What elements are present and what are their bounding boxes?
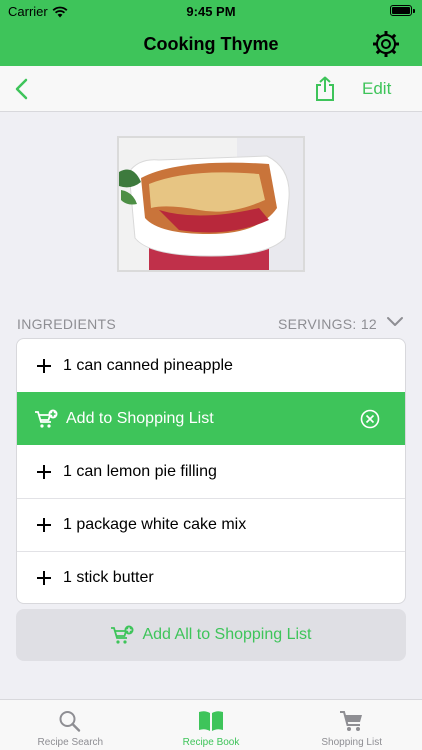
close-circle-icon[interactable]: [360, 409, 380, 429]
plus-icon: [37, 517, 51, 532]
plus-icon: [37, 358, 51, 373]
add-all-to-shopping-list-button[interactable]: Add All to Shopping List: [16, 609, 406, 661]
ingredient-label: 1 stick butter: [63, 568, 154, 586]
plus-icon: [37, 570, 51, 585]
add-to-cart-icon: [35, 409, 58, 428]
cart-icon: [339, 711, 362, 731]
book-icon: [199, 711, 223, 731]
tab-recipe-search[interactable]: Recipe Search: [0, 700, 141, 750]
ingredients-header: INGREDIENTS: [17, 316, 116, 332]
status-time: 9:45 PM: [186, 4, 236, 19]
recipe-photo: [117, 136, 305, 272]
tab-bar: Recipe Search Recipe Book Shopping List: [0, 699, 422, 750]
ingredient-row[interactable]: 1 package white cake mix: [17, 498, 405, 551]
servings-label[interactable]: SERVINGS: 12: [278, 316, 377, 332]
ingredient-label: 1 can lemon pie filling: [63, 462, 217, 480]
back-chevron-icon[interactable]: [12, 78, 32, 100]
recipe-photo-image: [119, 138, 303, 270]
tab-recipe-book[interactable]: Recipe Book: [141, 700, 282, 750]
app-title: Cooking Thyme: [143, 34, 279, 54]
tab-label: Recipe Book: [182, 737, 240, 748]
tab-label: Recipe Search: [37, 737, 104, 748]
tab-shopping-list[interactable]: Shopping List: [281, 700, 422, 750]
add-to-shopping-list-row[interactable]: Add to Shopping List: [17, 392, 405, 445]
recipe-toolbar: Edit: [0, 66, 422, 112]
share-icon[interactable]: [314, 76, 336, 102]
add-all-label: Add All to Shopping List: [142, 626, 312, 643]
battery-icon: [390, 5, 415, 16]
tab-label: Shopping List: [321, 737, 382, 748]
search-icon: [59, 711, 81, 732]
header-bar: Carrier 9:45 PM Cooking Thyme: [0, 0, 422, 66]
ingredients-list: 1 can canned pineapple Add to Shopping L…: [16, 338, 406, 604]
status-bar: Carrier 9:45 PM: [0, 0, 422, 22]
edit-button[interactable]: Edit: [362, 79, 391, 99]
ingredient-row[interactable]: 1 can lemon pie filling: [17, 445, 405, 498]
ingredient-label: 1 package white cake mix: [63, 515, 247, 533]
settings-gear-icon[interactable]: [372, 30, 400, 58]
add-to-cart-icon: [111, 625, 134, 644]
ingredient-row[interactable]: 1 stick butter: [17, 551, 405, 603]
add-to-shopping-list-label: Add to Shopping List: [66, 409, 214, 427]
ingredient-row[interactable]: 1 can canned pineapple: [17, 339, 405, 392]
chevron-down-icon[interactable]: [386, 316, 404, 328]
plus-icon: [37, 464, 51, 479]
ingredient-label: 1 can canned pineapple: [63, 356, 233, 374]
